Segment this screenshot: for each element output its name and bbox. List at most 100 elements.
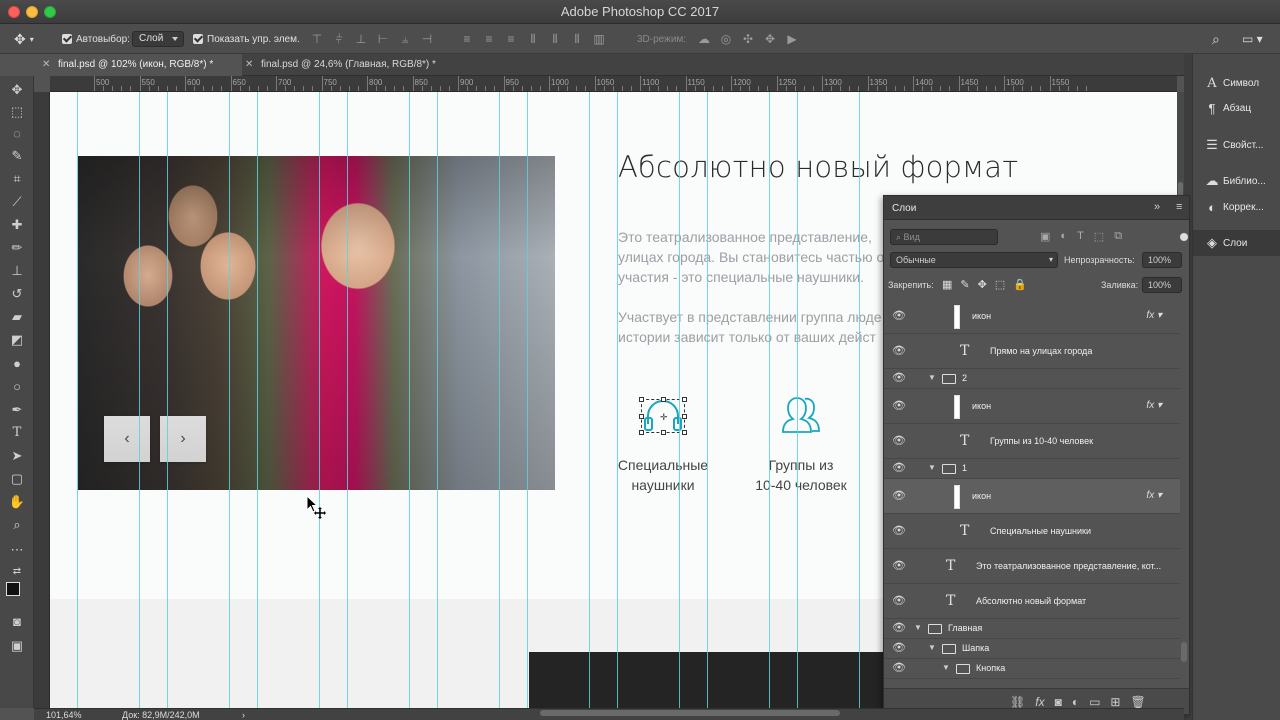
layer-name[interactable]: Группы из 10-40 человек bbox=[990, 436, 1093, 446]
group-expand-icon[interactable]: ▼ bbox=[928, 643, 936, 652]
collapse-panel-icon[interactable]: » bbox=[1154, 201, 1160, 213]
path-select-tool-icon[interactable]: ➤ bbox=[7, 446, 27, 466]
lock-artboard-icon[interactable]: ⬚ bbox=[995, 278, 1005, 291]
visibility-eye-icon[interactable]: 👁 bbox=[892, 461, 906, 474]
guide-line[interactable] bbox=[409, 92, 410, 708]
group-expand-icon[interactable]: ▼ bbox=[942, 663, 950, 672]
gradient-tool-icon[interactable]: ◩ bbox=[7, 330, 27, 350]
layer-name[interactable]: 1 bbox=[962, 463, 967, 473]
distribute-top-icon[interactable]: ≡ bbox=[460, 32, 474, 46]
layer-name[interactable]: икон bbox=[972, 311, 991, 321]
filter-shape-icon[interactable]: ⬚ bbox=[1094, 230, 1104, 243]
transform-handle[interactable] bbox=[682, 430, 687, 435]
transform-handle[interactable] bbox=[661, 397, 666, 402]
dock-layers[interactable]: ◈ Слои bbox=[1193, 230, 1280, 256]
visibility-eye-icon[interactable]: 👁 bbox=[892, 371, 906, 384]
new-adjustment-icon[interactable]: ◐ bbox=[1072, 695, 1079, 709]
add-mask-icon[interactable]: ◙ bbox=[1055, 695, 1062, 709]
distribute-hcenter-icon[interactable]: ⦀ bbox=[548, 32, 562, 46]
lock-pixels-icon[interactable]: ✎ bbox=[960, 278, 969, 291]
filter-toggle[interactable] bbox=[1180, 233, 1188, 241]
layer-row[interactable]: 👁 икон fx ▾ bbox=[884, 299, 1180, 334]
swap-colors-icon[interactable]: ⇄ bbox=[7, 562, 27, 582]
visibility-eye-icon[interactable]: 👁 bbox=[892, 344, 906, 357]
filter-adjustment-icon[interactable]: ◐ bbox=[1060, 230, 1067, 243]
lock-all-icon[interactable]: 🔒 bbox=[1013, 278, 1027, 291]
layer-row[interactable]: 👁 T Абсолютно новый формат bbox=[884, 584, 1180, 619]
transform-handle[interactable] bbox=[639, 414, 644, 419]
visibility-eye-icon[interactable]: 👁 bbox=[892, 661, 906, 674]
blend-mode-select[interactable]: Обычные ▾ bbox=[890, 252, 1058, 268]
layer-name[interactable]: Прямо на улицах города bbox=[990, 346, 1092, 356]
group-expand-icon[interactable]: ▼ bbox=[928, 373, 936, 382]
tab-final-main[interactable]: ✕ final.psd @ 24,6% (Главная, RGB/8*) * bbox=[237, 54, 467, 76]
guide-line[interactable] bbox=[769, 92, 770, 708]
quick-mask-icon[interactable]: ◙ bbox=[7, 612, 27, 632]
layer-name[interactable]: Кнопка bbox=[976, 663, 1005, 673]
distribute-left-icon[interactable]: ⦀ bbox=[526, 32, 540, 46]
new-group-icon[interactable]: ▭ bbox=[1089, 695, 1100, 709]
lock-transparency-icon[interactable]: ▦ bbox=[942, 278, 952, 291]
transform-handle[interactable] bbox=[639, 397, 644, 402]
guide-line[interactable] bbox=[229, 92, 230, 708]
quick-select-tool-icon[interactable]: ✎ bbox=[7, 146, 27, 166]
history-brush-tool-icon[interactable]: ↺ bbox=[7, 284, 27, 304]
layers-panel-title[interactable]: Слои bbox=[892, 203, 916, 214]
filter-type-icon[interactable]: T bbox=[1077, 230, 1084, 243]
drag-3d-icon[interactable]: ✣ bbox=[741, 32, 755, 46]
layer-style-icon[interactable]: fx bbox=[1035, 695, 1044, 709]
new-layer-icon[interactable]: ⊞ bbox=[1110, 695, 1120, 709]
opacity-input[interactable]: 100% bbox=[1142, 252, 1182, 268]
layer-row[interactable]: 👁 ▼ Кнопка bbox=[884, 659, 1180, 679]
guide-line[interactable] bbox=[617, 92, 618, 708]
tab-final-icons[interactable]: ✕ final.psd @ 102% (икон, RGB/8*) * bbox=[34, 54, 242, 76]
guide-line[interactable] bbox=[347, 92, 348, 708]
move-tool-preset-icon[interactable]: ✥ ▾ bbox=[14, 31, 34, 47]
group-expand-icon[interactable]: ▼ bbox=[928, 463, 936, 472]
dock-properties[interactable]: ☰ Свойст... bbox=[1193, 132, 1280, 158]
visibility-eye-icon[interactable]: 👁 bbox=[892, 559, 906, 572]
distribute-bottom-icon[interactable]: ≡ bbox=[504, 32, 518, 46]
guide-line[interactable] bbox=[437, 92, 438, 708]
visibility-eye-icon[interactable]: 👁 bbox=[892, 309, 906, 322]
guide-line[interactable] bbox=[319, 92, 320, 708]
slider-prev-button[interactable]: ‹ bbox=[104, 416, 150, 462]
scrollbar-thumb[interactable] bbox=[1181, 642, 1187, 662]
autoselect-dropdown[interactable]: Слой bbox=[132, 31, 184, 47]
layer-row[interactable]: 👁 ▼ 1 bbox=[884, 459, 1180, 479]
distribute-right-icon[interactable]: ⦀ bbox=[570, 32, 584, 46]
visibility-eye-icon[interactable]: 👁 bbox=[892, 594, 906, 607]
clone-stamp-tool-icon[interactable]: ⊥ bbox=[7, 261, 27, 281]
layer-name[interactable]: икон bbox=[972, 401, 991, 411]
align-hcenter-icon[interactable]: ⫨ bbox=[398, 32, 412, 46]
link-layers-icon[interactable]: ⛓ bbox=[1010, 695, 1025, 709]
brush-tool-icon[interactable]: ✏ bbox=[7, 238, 27, 258]
show-controls-checkbox[interactable] bbox=[193, 34, 203, 44]
guide-line[interactable] bbox=[527, 92, 528, 708]
layer-effects-icon[interactable]: fx ▾ bbox=[1146, 310, 1162, 321]
layer-row[interactable]: 👁 T Это театрализованное представление, ко… bbox=[884, 549, 1180, 584]
orbit-3d-icon[interactable]: ☁ bbox=[697, 32, 711, 46]
align-bottom-icon[interactable]: ⊥ bbox=[354, 32, 368, 46]
zoom-tool-icon[interactable]: ⌕ bbox=[7, 515, 27, 535]
close-tab-icon[interactable]: ✕ bbox=[42, 54, 50, 76]
shape-tool-icon[interactable]: ▢ bbox=[7, 469, 27, 489]
eyedropper-tool-icon[interactable]: ⟋ bbox=[7, 192, 27, 212]
layer-row[interactable]: 👁 T Прямо на улицах города bbox=[884, 334, 1180, 369]
blur-tool-icon[interactable]: ● bbox=[7, 354, 27, 374]
layer-row[interactable]: 👁 икон fx ▾ bbox=[884, 479, 1180, 514]
fill-input[interactable]: 100% bbox=[1142, 277, 1182, 293]
align-top-icon[interactable]: ⊤ bbox=[310, 32, 324, 46]
workspace-switcher-icon[interactable]: ▭ ▾ bbox=[1242, 31, 1263, 47]
group-expand-icon[interactable]: ▼ bbox=[914, 623, 922, 632]
guide-line[interactable] bbox=[589, 92, 590, 708]
status-menu-icon[interactable]: › bbox=[242, 709, 245, 720]
transform-handle[interactable] bbox=[682, 397, 687, 402]
zoom-level[interactable]: 101,64% bbox=[46, 709, 82, 720]
guide-line[interactable] bbox=[679, 92, 680, 708]
pen-tool-icon[interactable]: ✒ bbox=[7, 400, 27, 420]
autoselect-toggle[interactable]: Автовыбор: bbox=[62, 31, 130, 47]
hand-tool-icon[interactable]: ✋ bbox=[7, 492, 27, 512]
distribute-vcenter-icon[interactable]: ≡ bbox=[482, 32, 496, 46]
guide-line[interactable] bbox=[167, 92, 168, 708]
